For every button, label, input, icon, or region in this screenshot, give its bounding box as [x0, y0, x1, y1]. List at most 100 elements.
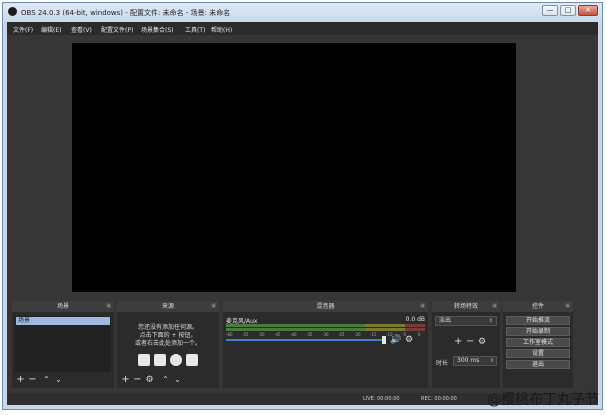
watermark-text: @樱桃布丁丸子节: [487, 392, 599, 408]
display-capture-icon: [153, 354, 166, 366]
volume-meter-left: [226, 324, 425, 327]
track-db: 0.0 dB: [405, 316, 425, 323]
maximize-button[interactable]: □: [560, 5, 576, 16]
remove-source-icon[interactable]: −: [132, 374, 143, 386]
exit-button[interactable]: 退出: [506, 360, 570, 369]
menu-help[interactable]: 帮助(H): [211, 25, 232, 34]
meter-tick-label: -40: [290, 332, 297, 337]
empty-msg-line-2: 点击下面的 + 按钮，: [139, 332, 197, 339]
meter-tick-label: -50: [258, 332, 265, 337]
empty-msg-line-3: 或者右击此处添加一个。: [134, 340, 201, 347]
controls-dock-header: 控件 ▣: [503, 301, 573, 312]
scenes-dock-title: 场景: [56, 303, 69, 310]
sources-dock-body: 您还没有添加任何源。 点击下面的 + 按钮， 或者右击此处添加一个。 + − ⚙: [117, 312, 219, 388]
main-area: 场景 ▣ 场景 + − ⌃ ⌄ 来源 ▣ 您还没有添加任何源。 点击下面的 + …: [7, 35, 598, 405]
dock-pin-icon[interactable]: ▣: [106, 301, 111, 312]
speaker-icon[interactable]: 🔊: [390, 335, 401, 345]
controls-dock-body: 开始推流 开始录制 工作室模式 设置 退出: [503, 312, 573, 388]
obs-window: OBS 24.0.3 (64-bit, windows) - 配置文件: 未命名…: [2, 2, 603, 410]
scenes-dock: 场景 ▣ 场景 + − ⌃ ⌄: [12, 301, 114, 388]
transitions-dock-body: 淡出 ⇕ + − ⚙ 时长 300 ms ⇕: [432, 312, 500, 388]
move-up-icon[interactable]: ⌃: [41, 374, 52, 386]
settings-button[interactable]: 设置: [506, 349, 570, 358]
transition-select-value: 淡出: [439, 317, 452, 324]
start-streaming-button[interactable]: 开始推流: [506, 316, 570, 325]
mixer-track: 麦克风/Aux 0.0 dB -60 -55 -50 -45 -40 -35 -30 -25-…: [226, 316, 425, 346]
start-recording-button[interactable]: 开始录制: [506, 327, 570, 336]
meter-tick-label: -60: [226, 332, 233, 337]
mixer-dock: 混音器 ▣ 麦克风/Aux 0.0 dB -60 -55 -50 -45 -40 -35-…: [223, 301, 428, 388]
menu-tools[interactable]: 工具(T): [185, 25, 205, 34]
transitions-dock-header: 转场特效 ▣: [432, 301, 500, 312]
source-list[interactable]: 您还没有添加任何源。 点击下面的 + 按钮， 或者右击此处添加一个。: [120, 316, 216, 372]
sources-dock-header: 来源 ▣: [117, 301, 219, 312]
sources-toolbar: + − ⚙ ⌃ ⌄: [120, 374, 216, 386]
scenes-toolbar: + − ⌃ ⌄: [15, 374, 111, 386]
scene-list-item[interactable]: 场景: [16, 317, 110, 325]
volume-slider-track[interactable]: [226, 339, 384, 341]
controls-dock: 控件 ▣ 开始推流 开始录制 工作室模式 设置 退出: [503, 301, 573, 388]
move-down-icon[interactable]: ⌄: [172, 374, 183, 386]
controls-dock-title: 控件: [531, 303, 544, 310]
meter-tick-label: -45: [274, 332, 281, 337]
spin-arrows-icon[interactable]: ⇕: [490, 357, 494, 365]
preview-canvas[interactable]: [72, 43, 516, 292]
meter-tick-label: -25: [338, 332, 345, 337]
menu-bar: 文件(F) 编辑(E) 查看(V) 配置文件(P) 场景集合(S) 工具(T) …: [7, 22, 598, 35]
live-time: LIVE: 00:00:00: [363, 396, 400, 402]
scenes-dock-body: 场景 + − ⌃ ⌄: [12, 312, 114, 388]
dock-pin-icon[interactable]: ▣: [420, 301, 425, 312]
sources-dock: 来源 ▣ 您还没有添加任何源。 点击下面的 + 按钮， 或者右击此处添加一个。: [117, 301, 219, 388]
empty-sources-message: 您还没有添加任何源。 点击下面的 + 按钮， 或者右击此处添加一个。: [120, 324, 216, 348]
obs-logo-icon: [8, 7, 17, 16]
menu-scene-collection[interactable]: 场景集合(S): [141, 25, 174, 34]
source-properties-gear-icon[interactable]: ⚙: [144, 374, 155, 386]
dock-pin-icon[interactable]: ▣: [565, 301, 570, 312]
remove-transition-icon[interactable]: −: [466, 336, 474, 348]
meter-tick-label: 0: [418, 332, 421, 337]
dock-pin-icon[interactable]: ▣: [492, 301, 497, 312]
duration-spinbox[interactable]: 300 ms ⇕: [453, 356, 497, 366]
transition-select[interactable]: 淡出 ⇕: [435, 316, 497, 326]
minimize-button[interactable]: —: [542, 5, 558, 16]
updown-arrow-icon: ⇕: [488, 318, 493, 324]
add-scene-icon[interactable]: +: [15, 374, 26, 386]
rec-time: REC: 00:00:00: [421, 396, 457, 402]
transition-gear-icon[interactable]: ⚙: [478, 336, 486, 348]
browser-source-icon: [170, 354, 183, 366]
volume-meter-right: [226, 328, 425, 331]
menu-view[interactable]: 查看(V): [71, 25, 92, 34]
meter-tick-label: -15: [370, 332, 377, 337]
source-type-icons: [120, 354, 216, 368]
duration-value: 300 ms: [457, 357, 480, 364]
dock-pin-icon[interactable]: ▣: [211, 301, 216, 312]
meter-tick-label: -30: [322, 332, 329, 337]
menu-edit[interactable]: 编辑(E): [41, 25, 61, 34]
duration-label: 时长: [436, 360, 449, 367]
meter-tick-label: -55: [242, 332, 249, 337]
move-up-icon[interactable]: ⌃: [160, 374, 171, 386]
scenes-dock-header: 场景 ▣: [12, 301, 114, 312]
volume-slider-handle[interactable]: [382, 336, 386, 344]
camera-source-icon: [186, 354, 199, 366]
mixer-dock-title: 混音器: [316, 303, 335, 310]
add-source-icon[interactable]: +: [120, 374, 131, 386]
studio-mode-button[interactable]: 工作室模式: [506, 338, 570, 347]
meter-tick-label: -20: [354, 332, 361, 337]
move-down-icon[interactable]: ⌄: [53, 374, 64, 386]
transitions-dock: 转场特效 ▣ 淡出 ⇕ + − ⚙ 时长 300 ms ⇕: [432, 301, 500, 388]
menu-file[interactable]: 文件(F): [13, 25, 33, 34]
window-title: OBS 24.0.3 (64-bit, windows) - 配置文件: 未命名…: [21, 9, 231, 17]
mixer-gear-icon[interactable]: ⚙: [404, 335, 414, 345]
menu-profile[interactable]: 配置文件(P): [101, 25, 133, 34]
add-transition-icon[interactable]: +: [454, 336, 462, 348]
sources-dock-title: 来源: [161, 303, 174, 310]
scene-list[interactable]: 场景: [15, 316, 111, 372]
remove-scene-icon[interactable]: −: [27, 374, 38, 386]
empty-msg-line-1: 您还没有添加任何源。: [137, 324, 198, 331]
close-button[interactable]: ✕: [578, 5, 598, 16]
meter-tick-label: -35: [306, 332, 313, 337]
mixer-dock-body: 麦克风/Aux 0.0 dB -60 -55 -50 -45 -40 -35 -30 -25-…: [223, 312, 428, 388]
transitions-dock-title: 转场特效: [453, 303, 478, 310]
title-bar: OBS 24.0.3 (64-bit, windows) - 配置文件: 未命名…: [3, 3, 602, 22]
